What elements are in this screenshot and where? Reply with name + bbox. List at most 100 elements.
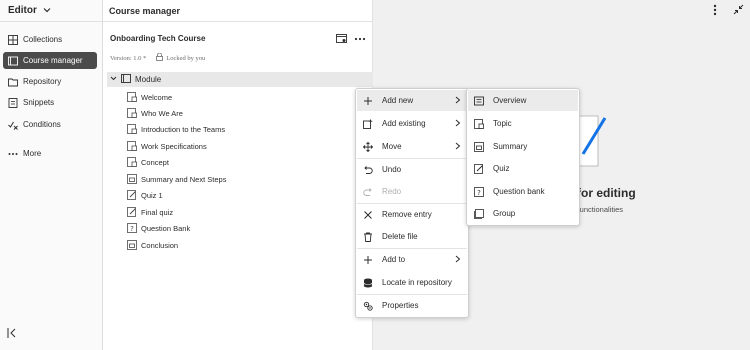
tree-item-label: Welcome xyxy=(141,92,173,102)
collapse-panel-icon[interactable] xyxy=(7,327,19,339)
editing-subtitle: r functionalities xyxy=(573,205,624,214)
course-name: Onboarding Tech Course xyxy=(110,34,206,43)
menu-item-label: Remove entry xyxy=(382,210,432,219)
submenu-item-quiz[interactable]: Quiz xyxy=(468,158,578,179)
nav-label: Course manager xyxy=(23,56,83,65)
plus-icon xyxy=(363,255,373,265)
folder-icon xyxy=(8,77,18,87)
menu-item-redo[interactable]: Redo xyxy=(357,181,467,202)
menu-item-locate-in-repository[interactable]: Locate in repository xyxy=(357,272,467,293)
menu-item-label: Summary xyxy=(493,142,528,151)
tree-item[interactable]: Introduction to the Teams xyxy=(127,122,225,136)
nav-item-more[interactable]: More xyxy=(3,145,97,162)
tree-item-label: Question Bank xyxy=(141,223,191,233)
grid-icon xyxy=(8,34,18,45)
undo-icon xyxy=(363,165,373,175)
tree-item[interactable]: Who We Are xyxy=(127,106,183,120)
menu-item-label: Question bank xyxy=(493,187,545,196)
plus-icon xyxy=(363,96,373,106)
course-manager-panel: Course manager Onboarding Tech Course Ve… xyxy=(103,0,373,350)
menu-item-remove-entry[interactable]: Remove entry xyxy=(357,204,467,225)
tree-item[interactable]: Final quiz xyxy=(127,205,173,219)
menu-item-add-new[interactable]: Add new xyxy=(357,90,467,111)
submenu-item-topic[interactable]: Topic xyxy=(468,113,578,134)
lock-status: Locked by you xyxy=(166,54,206,62)
tree-item[interactable]: Welcome xyxy=(127,90,172,104)
more-options-icon[interactable] xyxy=(354,34,366,44)
menu-item-delete-file[interactable]: Delete file xyxy=(357,226,467,247)
submenu-item-question-bank[interactable]: ? Question bank xyxy=(468,181,578,202)
move-icon xyxy=(362,141,374,152)
submenu-item-overview[interactable]: Overview xyxy=(468,90,578,111)
summary-icon xyxy=(127,174,137,184)
question-bank-icon: ? xyxy=(127,223,137,233)
menu-item-label: Add existing xyxy=(382,119,426,128)
tree-item[interactable]: Concept xyxy=(127,155,169,169)
topic-icon xyxy=(127,108,137,118)
right-panel-toolbar xyxy=(713,4,744,18)
topic-icon xyxy=(127,124,137,134)
menu-item-label: Add to xyxy=(382,255,406,264)
tree-item[interactable]: Conclusion xyxy=(127,238,178,252)
database-icon xyxy=(363,278,373,288)
chevron-down-icon[interactable] xyxy=(110,75,117,84)
nav-item-conditions[interactable]: Conditions xyxy=(3,116,97,133)
menu-item-label: Quiz xyxy=(493,164,510,173)
tree-item-label: Conclusion xyxy=(141,240,179,250)
version-label: Version: 1.0 * xyxy=(110,54,147,62)
tree-item[interactable]: Quiz 1 xyxy=(127,188,163,202)
nav-label: Collections xyxy=(23,35,63,44)
tree-item[interactable]: ? Question Bank xyxy=(127,221,190,235)
menu-item-add-existing[interactable]: Add existing xyxy=(357,113,467,134)
editor-title: Editor xyxy=(8,5,37,16)
tree-item-label: Introduction to the Teams xyxy=(141,124,226,134)
course-settings-icon[interactable] xyxy=(336,34,348,44)
more-icon xyxy=(8,149,18,159)
tree-item-label: Who We Are xyxy=(141,108,183,118)
menu-item-label: Delete file xyxy=(382,232,418,241)
snippet-icon xyxy=(8,97,18,108)
menu-item-move[interactable]: Move xyxy=(357,136,467,157)
menu-item-undo[interactable]: Undo xyxy=(357,159,467,180)
submenu-item-summary[interactable]: Summary xyxy=(468,136,578,157)
summary-icon xyxy=(474,141,484,152)
submenu-item-group[interactable]: Group xyxy=(468,203,578,224)
left-nav: Editor Collections Course manager Reposi… xyxy=(0,0,103,350)
more-vertical-icon[interactable] xyxy=(713,4,717,18)
tree-item-label: Quiz 1 xyxy=(141,190,163,200)
menu-item-label: Redo xyxy=(382,187,402,196)
conditions-icon xyxy=(8,120,18,130)
menu-item-label: Group xyxy=(493,209,516,218)
quiz-icon xyxy=(474,163,484,174)
tree-item-label: Summary and Next Steps xyxy=(141,174,227,184)
trash-icon xyxy=(363,232,373,242)
minimize-icon[interactable] xyxy=(733,4,744,18)
menu-item-label: Properties xyxy=(382,301,419,310)
menu-item-label: Move xyxy=(382,142,402,151)
summary-icon xyxy=(127,240,137,250)
tree-item[interactable]: Work Specifications xyxy=(127,139,207,153)
tree-module-row[interactable]: Module xyxy=(107,72,373,87)
topic-icon xyxy=(474,118,484,129)
quiz-icon xyxy=(127,207,137,217)
topic-icon xyxy=(127,141,137,151)
editor-dropdown[interactable]: Editor xyxy=(0,0,102,22)
menu-item-add-to[interactable]: Add to xyxy=(357,249,467,270)
nav-label: Conditions xyxy=(23,120,61,129)
context-menu: Add new Add existing Move Undo Redo Remo… xyxy=(355,88,469,318)
chevron-right-icon xyxy=(455,255,461,265)
menu-item-label: Undo xyxy=(382,165,402,174)
nav-item-snippets[interactable]: Snippets xyxy=(3,94,97,111)
quiz-icon xyxy=(127,190,137,200)
svg-text:?: ? xyxy=(130,225,134,233)
nav-label: More xyxy=(23,149,42,158)
menu-item-label: Topic xyxy=(493,119,512,128)
tree-item[interactable]: Summary and Next Steps xyxy=(127,172,226,186)
tree-item-label: Concept xyxy=(141,157,169,167)
menu-item-properties[interactable]: Properties xyxy=(357,295,467,316)
module-icon xyxy=(121,74,131,85)
nav-item-course-manager[interactable]: Course manager xyxy=(3,52,97,69)
nav-item-repository[interactable]: Repository xyxy=(3,73,97,90)
nav-item-collections[interactable]: Collections xyxy=(3,31,97,48)
group-icon xyxy=(474,208,484,219)
